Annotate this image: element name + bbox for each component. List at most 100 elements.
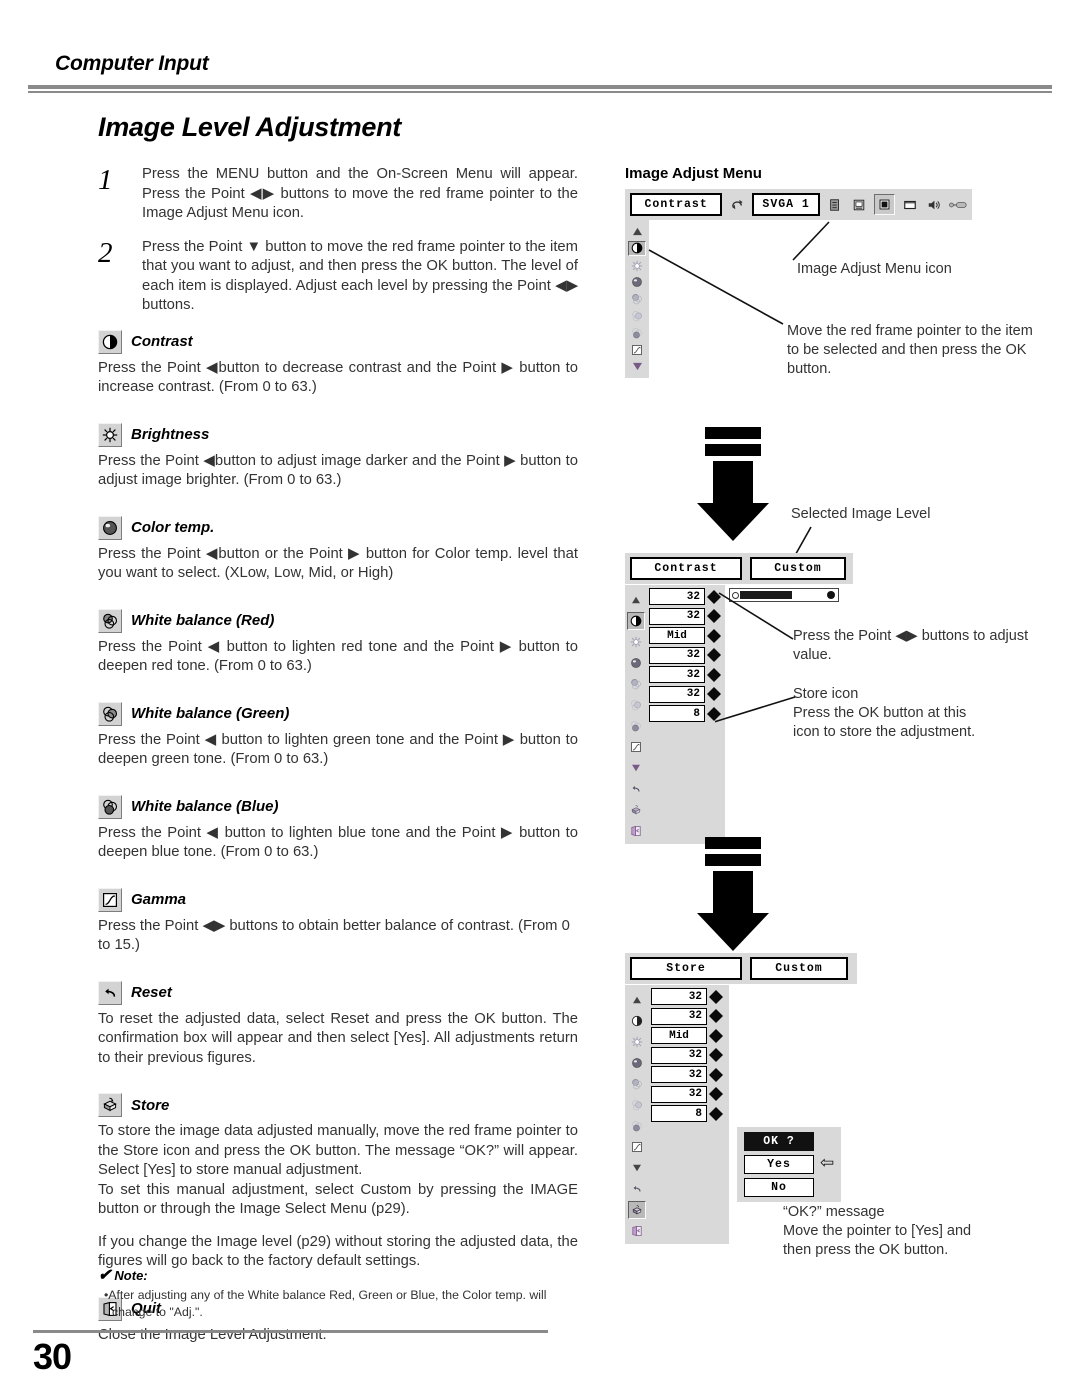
white-balance-blue-icon[interactable] (627, 717, 645, 735)
reset-icon[interactable] (627, 780, 645, 798)
value-field[interactable]: 32 (651, 1007, 707, 1025)
left-right-arrows-icon[interactable] (709, 1009, 723, 1023)
left-right-arrows-icon[interactable] (709, 989, 723, 1004)
contrast-icon[interactable] (628, 1012, 646, 1030)
scroll-up-icon[interactable] (628, 991, 646, 1009)
callout-adjust-value: Press the Point ◀▶ buttons to adjust val… (793, 628, 1029, 663)
scroll-up-icon[interactable] (627, 591, 645, 609)
value-row[interactable]: 32 (649, 646, 721, 664)
left-right-arrows-icon[interactable] (709, 1067, 723, 1082)
header-rule-thin (28, 91, 1052, 93)
left-right-arrows-icon[interactable] (709, 1028, 723, 1043)
value-field[interactable]: 32 (651, 1085, 707, 1103)
value-field[interactable]: 32 (649, 666, 705, 683)
pc-adjust-icon[interactable] (850, 196, 868, 214)
value-row[interactable]: 8 (649, 705, 721, 722)
screen-icon[interactable] (901, 196, 919, 214)
white-balance-red-icon[interactable] (628, 1075, 646, 1093)
header-rule (28, 85, 1052, 89)
callout-store-line2: Press the OK button at this (793, 705, 967, 721)
left-right-arrows-icon[interactable] (709, 1048, 723, 1062)
value-field[interactable]: 32 (649, 588, 705, 605)
callout-ok-line1: “OK?” message (783, 1204, 885, 1220)
value-row[interactable]: 32 (649, 666, 721, 683)
value-row[interactable]: 32 (651, 1007, 723, 1025)
refresh-icon[interactable] (728, 196, 746, 214)
section-title: Brightness (131, 426, 210, 443)
section-body: To reset the adjusted data, select Reset… (98, 1010, 578, 1066)
value-row[interactable]: Mid (649, 627, 721, 644)
osd3-header: Store Custom (625, 953, 857, 984)
value-field[interactable]: 8 (649, 705, 705, 722)
osd2-value-rows: 32 32 Mid 32 32 32 8 (647, 585, 725, 728)
section-title: Gamma (131, 891, 187, 908)
osd2-header: Contrast Custom (625, 553, 853, 584)
page-number: 30 (33, 1336, 72, 1377)
section-title: White balance (Red) (131, 612, 275, 629)
left-right-arrows-icon[interactable] (709, 1106, 723, 1121)
value-field[interactable]: 32 (651, 1046, 707, 1064)
color-temp-icon[interactable] (628, 1054, 646, 1072)
value-row[interactable]: 32 (651, 1085, 723, 1103)
scroll-down-icon[interactable] (627, 759, 645, 777)
brightness-icon[interactable] (628, 1033, 646, 1051)
value-field[interactable]: 8 (651, 1105, 707, 1122)
white-balance-blue-icon[interactable] (628, 1117, 646, 1135)
value-row[interactable]: 32 (651, 1066, 723, 1083)
section-title: Reset (131, 984, 172, 1001)
white-balance-red-icon (98, 608, 122, 633)
value-row[interactable]: 32 (651, 988, 723, 1005)
white-balance-red-icon[interactable] (627, 675, 645, 693)
no-button[interactable]: No (744, 1178, 814, 1197)
gamma-icon[interactable] (628, 1138, 646, 1156)
pointer-arrow-icon: ⇦ (820, 1152, 835, 1172)
value-field[interactable]: 32 (651, 988, 707, 1005)
step-1: 1 Press the MENU button and the On-Scree… (98, 165, 578, 224)
value-field[interactable]: 32 (649, 685, 705, 703)
yes-button[interactable]: Yes (744, 1155, 814, 1174)
value-row[interactable]: 32 (651, 1046, 723, 1064)
osd2-level-label: Custom (750, 557, 846, 580)
value-row[interactable]: 32 (649, 607, 721, 625)
quit-icon[interactable] (628, 1222, 646, 1240)
store-icon[interactable] (627, 801, 645, 819)
section-body: Press the Point ◀ button to lighten gree… (98, 731, 578, 768)
contrast-icon[interactable] (627, 611, 645, 630)
left-right-arrows-icon[interactable] (709, 1087, 723, 1101)
value-field[interactable]: 32 (649, 646, 705, 664)
reset-icon[interactable] (628, 1180, 646, 1198)
flow-arrow-2 (697, 837, 769, 951)
gamma-icon[interactable] (627, 738, 645, 756)
check-icon: ✔ (98, 1267, 112, 1284)
value-field[interactable]: 32 (651, 1066, 707, 1083)
input-icon[interactable] (826, 196, 844, 214)
sound-icon[interactable] (925, 196, 943, 214)
image-adjust-icon[interactable] (874, 194, 895, 215)
white-balance-green-icon[interactable] (627, 696, 645, 714)
note-block: ✔ Note: •After adjusting any of the Whit… (98, 1268, 588, 1320)
section-body-3: If you change the Image level (p29) with… (98, 1233, 578, 1270)
section-body: Press the Point ◀ button to lighten red … (98, 638, 578, 675)
brightness-icon[interactable] (627, 633, 645, 651)
value-field[interactable]: 32 (649, 607, 705, 625)
value-row[interactable]: 32 (649, 588, 721, 605)
contrast-icon (98, 329, 122, 354)
osd2-body: 32 32 Mid 32 32 32 8 (625, 585, 725, 844)
right-column: Image Adjust Menu Contrast SVGA 1 Image … (625, 165, 1055, 1258)
color-temp-icon[interactable] (627, 654, 645, 672)
confirm-dialog: OK ? Yes ⇦ No (737, 1127, 842, 1202)
value-field[interactable]: Mid (649, 627, 705, 644)
scroll-down-icon[interactable] (628, 1159, 646, 1177)
quit-icon[interactable] (627, 822, 645, 840)
step-number: 1 (98, 164, 113, 196)
setting-icon[interactable] (949, 196, 967, 214)
osd2-rail (625, 585, 647, 844)
value-row[interactable]: Mid (651, 1027, 723, 1044)
value-row[interactable]: 8 (651, 1105, 723, 1122)
section-body: Press the Point ◀▶ buttons to obtain bet… (98, 917, 570, 954)
value-row[interactable]: 32 (649, 685, 721, 703)
value-field[interactable]: Mid (651, 1027, 707, 1044)
osd3-value-rows: 32 32 Mid 32 32 32 8 (649, 985, 727, 1128)
white-balance-green-icon[interactable] (628, 1096, 646, 1114)
store-icon[interactable] (628, 1200, 646, 1219)
